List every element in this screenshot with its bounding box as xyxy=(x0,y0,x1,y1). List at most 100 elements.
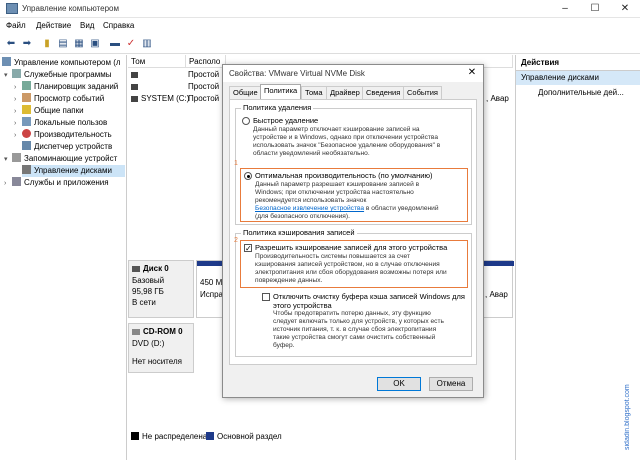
dialog-title: Свойства: VMware Virtual NVMe Disk xyxy=(229,69,365,78)
marker-1: 1 xyxy=(234,160,238,167)
minimize-button[interactable]: – xyxy=(550,0,580,18)
volume-row[interactable]: SYSTEM (C:) xyxy=(131,94,189,103)
menu-bar: Файл Действие Вид Справка xyxy=(0,18,640,34)
tab-policy[interactable]: Политика xyxy=(260,84,302,99)
tab-driver[interactable]: Драйвер xyxy=(326,86,364,99)
computer-icon xyxy=(2,57,11,66)
column-header-volume[interactable]: Том xyxy=(128,55,186,68)
maximize-button[interactable]: ☐ xyxy=(580,0,610,18)
title-bar: Управление компьютером – ☐ ✕ xyxy=(0,0,640,18)
safely-remove-link[interactable]: Безопасное извлечение устройства xyxy=(255,205,364,212)
partition-status: Испра xyxy=(200,290,223,299)
disk-icon xyxy=(132,266,140,272)
enable-write-caching-description: Производительность системы повышается за… xyxy=(255,253,447,284)
navigation-tree: Управление компьютером (л ▾ Служебные про… xyxy=(0,55,127,460)
disk-0-label[interactable]: Диск 0 Базовый 95,98 ГБ В сети xyxy=(128,260,194,318)
volume-row[interactable] xyxy=(131,70,141,79)
menu-view[interactable]: Вид xyxy=(80,21,94,30)
properties-icon[interactable]: ▦ xyxy=(72,37,86,51)
chevron-down-icon[interactable]: ▾ xyxy=(4,154,12,166)
show-hide-tree-icon[interactable]: ▤ xyxy=(56,37,70,51)
quick-removal-label[interactable]: Быстрое удаление xyxy=(253,116,318,125)
disk-type: Базовый xyxy=(132,276,165,285)
tree-system-tools[interactable]: ▾ Служебные программы xyxy=(4,69,111,81)
enable-write-caching-checkbox[interactable]: ✓ xyxy=(244,244,252,253)
view-icon[interactable]: ▥ xyxy=(140,37,154,51)
tree-local-users[interactable]: › Локальные пользов xyxy=(14,117,107,129)
performance-icon xyxy=(22,129,31,138)
chevron-right-icon[interactable]: › xyxy=(14,130,22,142)
unallocated-swatch xyxy=(131,432,139,440)
forward-icon[interactable]: ➡ xyxy=(20,37,34,51)
partition-status-fragment: , Авар xyxy=(485,290,508,299)
more-actions-link[interactable]: Дополнительные дей... xyxy=(538,88,624,97)
volume-layout: Простой xyxy=(188,82,220,91)
window-title: Управление компьютером xyxy=(22,4,119,13)
disable-flush-checkbox[interactable] xyxy=(262,293,270,301)
properties-dialog: Свойства: VMware Virtual NVMe Disk ✕ Общ… xyxy=(222,64,484,398)
folder-up-icon[interactable]: ▮ xyxy=(40,37,54,51)
computer-management-icon xyxy=(6,3,18,14)
volume-icon xyxy=(131,72,138,78)
chevron-down-icon[interactable]: ▾ xyxy=(4,70,12,82)
column-header-layout[interactable]: Располо xyxy=(186,55,226,68)
device-manager-icon xyxy=(22,141,31,150)
check-icon[interactable]: ✓ xyxy=(124,37,138,51)
tab-general[interactable]: Общие xyxy=(229,86,262,99)
tree-performance[interactable]: › Производительность xyxy=(14,129,112,141)
volume-layout: Простой xyxy=(188,70,220,79)
quick-removal-description: Данный параметр отключает кэширование за… xyxy=(253,126,441,157)
tree-task-scheduler[interactable]: › Планировщик заданий xyxy=(14,81,118,93)
cdrom-0-label[interactable]: CD-ROM 0 DVD (D:) Нет носителя xyxy=(128,323,194,373)
actions-pane: Действия Управление дисками Дополнительн… xyxy=(515,55,640,460)
help-icon[interactable]: ▣ xyxy=(88,37,102,51)
volume-status-fragment: , Авар xyxy=(486,94,509,103)
chevron-right-icon[interactable]: › xyxy=(4,178,12,190)
tab-volumes[interactable]: Тома xyxy=(301,86,327,99)
services-icon xyxy=(12,177,21,186)
disable-flush-description: Чтобы предотвратить потерю данных, эту ф… xyxy=(273,310,444,349)
cdrom-icon xyxy=(132,329,140,335)
menu-file[interactable]: Файл xyxy=(6,21,26,30)
menu-help[interactable]: Справка xyxy=(103,21,134,30)
tree-device-manager[interactable]: Диспетчер устройств xyxy=(22,141,112,153)
optimal-performance-radio[interactable] xyxy=(244,172,252,180)
marker-2: 2 xyxy=(234,237,238,244)
cdrom-type: DVD (D:) xyxy=(132,339,165,348)
ok-button[interactable]: OK xyxy=(377,377,421,391)
disable-flush-label[interactable]: Отключить очистку буфера кэша записей Wi… xyxy=(273,292,465,310)
volume-row[interactable] xyxy=(131,82,141,91)
computer-management-window: Управление компьютером – ☐ ✕ Файл Действ… xyxy=(0,0,640,460)
dialog-close-button[interactable]: ✕ xyxy=(465,66,479,80)
optimal-performance-label[interactable]: Оптимальная производительность (по умолч… xyxy=(255,171,433,180)
tree-event-viewer[interactable]: › Просмотр событий xyxy=(14,93,104,105)
tab-events[interactable]: События xyxy=(403,86,442,99)
tree-shared-folders[interactable]: › Общие папки xyxy=(14,105,84,117)
tree-root[interactable]: Управление компьютером (л xyxy=(2,57,121,69)
back-icon[interactable]: ⬅ xyxy=(4,37,18,51)
write-caching-title: Политика кэширования записей xyxy=(241,228,357,237)
actions-section[interactable]: Управление дисками xyxy=(516,71,640,85)
cancel-button[interactable]: Отмена xyxy=(429,377,473,391)
legend: Не распределена Основной раздел xyxy=(128,430,513,444)
actions-header: Действия xyxy=(516,55,640,71)
storage-icon xyxy=(12,153,21,162)
connect-icon[interactable]: ▬ xyxy=(108,37,122,51)
tree-storage[interactable]: ▾ Запоминающие устройст xyxy=(4,153,117,165)
volume-icon xyxy=(131,96,138,102)
volume-layout: Простой xyxy=(188,94,220,103)
write-caching-group: Политика кэширования записей 2 ✓ Разреши… xyxy=(234,228,472,357)
volume-icon xyxy=(131,84,138,90)
tab-details[interactable]: Сведения xyxy=(362,86,405,99)
legend-unallocated: Не распределена xyxy=(131,432,207,441)
tree-disk-management[interactable]: Управление дисками xyxy=(22,165,125,177)
policy-panel: Политика удаления Быстрое удаление Данны… xyxy=(229,99,477,365)
tree-services-apps[interactable]: › Службы и приложения xyxy=(4,177,109,189)
enable-write-caching-label[interactable]: Разрешить кэширование записей для этого … xyxy=(255,243,447,252)
close-button[interactable]: ✕ xyxy=(610,0,640,18)
quick-removal-radio[interactable] xyxy=(242,117,250,125)
scheduler-icon xyxy=(22,81,31,90)
removal-policy-title: Политика удаления xyxy=(241,103,314,112)
legend-primary: Основной раздел xyxy=(206,432,282,441)
menu-action[interactable]: Действие xyxy=(36,21,71,30)
